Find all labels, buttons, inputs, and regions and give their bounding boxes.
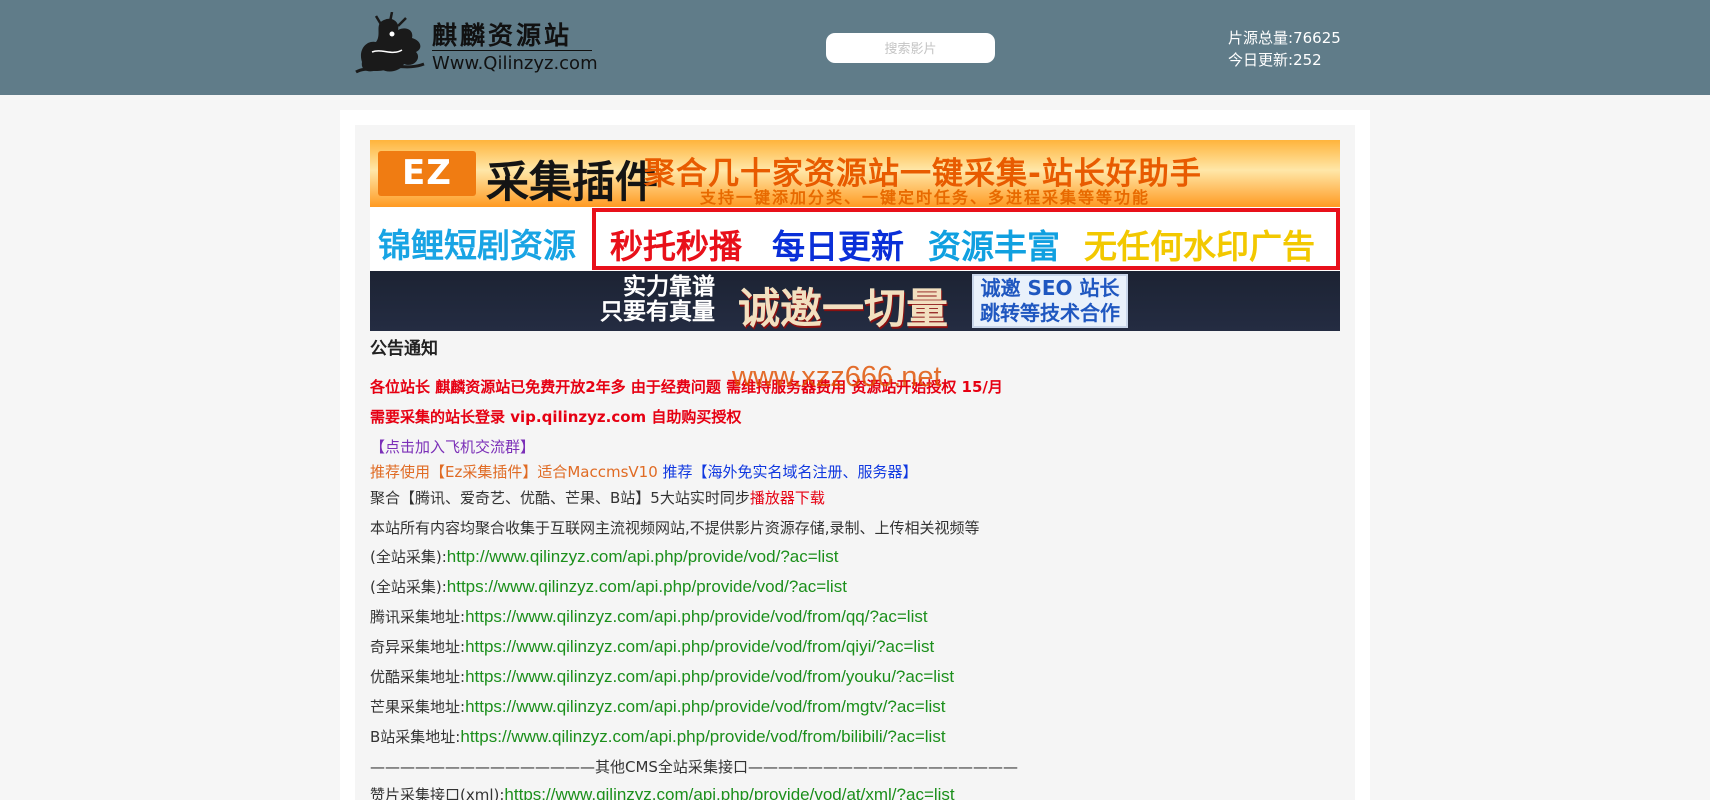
recommend-line: 推荐使用【Ez采集插件】适合MaccmsV10 推荐【海外免实名域名注册、服务器… bbox=[370, 461, 918, 482]
api-label: 奇异采集地址: bbox=[370, 638, 466, 656]
jinli-drama-banner[interactable]: 锦鲤短剧资源 秒托秒播 每日更新 资源丰富 无任何水印广告 bbox=[370, 207, 1340, 271]
traffic-banner-line2: 只要有真量 bbox=[600, 299, 715, 325]
xml-api-row: 赞片采集接口(xml):https://www.qilinzyz.com/api… bbox=[370, 784, 955, 800]
api-row: 优酷采集地址:https://www.qilinzyz.com/api.php/… bbox=[370, 666, 954, 687]
telegram-group-link[interactable]: 【点击加入飞机交流群】 bbox=[370, 436, 535, 457]
logo-title: 麒麟资源站 bbox=[432, 21, 573, 50]
api-row: 奇异采集地址:https://www.qilinzyz.com/api.php/… bbox=[370, 636, 934, 657]
dragon-icon bbox=[355, 12, 425, 74]
watermark-text: www.xzz666.net bbox=[732, 361, 942, 393]
other-cms-divider: ———————————————其他CMS全站采集接口——————————————… bbox=[370, 758, 1018, 776]
traffic-banner-left: 实力靠谱 只要有真量 bbox=[600, 275, 715, 325]
api-row: (全站采集):https://www.qilinzyz.com/api.php/… bbox=[370, 576, 847, 597]
total-label: 片源总量: bbox=[1228, 29, 1294, 47]
traffic-partner-banner[interactable]: 实力靠谱 只要有真量 诚邀一切量 诚邀 SEO 站长 跳转等技术合作 bbox=[370, 271, 1340, 331]
today-value: 252 bbox=[1293, 51, 1322, 69]
traffic-banner-line1: 实力靠谱 bbox=[623, 274, 715, 300]
jinli-banner-features: 秒托秒播 每日更新 资源丰富 无任何水印广告 bbox=[592, 208, 1340, 270]
ez-plugin-banner[interactable]: EZ 采集插件 聚合几十家资源站一键采集-站长好助手 支持一键添加分类、一键定时… bbox=[370, 140, 1340, 207]
seo-cooperation-box: 诚邀 SEO 站长 跳转等技术合作 bbox=[972, 274, 1128, 328]
xml-api-url-link[interactable]: https://www.qilinzyz.com/api.php/provide… bbox=[504, 785, 954, 800]
api-url-link[interactable]: https://www.qilinzyz.com/api.php/provide… bbox=[447, 577, 847, 596]
domain-server-link[interactable]: 推荐【海外免实名域名注册、服务器】 bbox=[663, 463, 918, 481]
site-logo[interactable]: 麒麟资源站 Www.Qilinzyz.com bbox=[352, 12, 602, 78]
api-row: 芒果采集地址:https://www.qilinzyz.com/api.php/… bbox=[370, 696, 946, 717]
jinli-feature-3: 资源丰富 bbox=[928, 227, 1060, 266]
jinli-feature-1: 秒托秒播 bbox=[610, 227, 742, 266]
ez-logo: EZ bbox=[378, 151, 476, 196]
api-url-link[interactable]: http://www.qilinzyz.com/api.php/provide/… bbox=[447, 547, 839, 566]
traffic-banner-main: 诚邀一切量 bbox=[738, 284, 949, 331]
api-url-link[interactable]: https://www.qilinzyz.com/api.php/provide… bbox=[465, 667, 954, 686]
notice-line-2: 需要采集的站长登录 vip.qilinzyz.com 自助购买授权 bbox=[370, 408, 742, 426]
ez-banner-subtitle: 支持一键添加分类、一键定时任务、多进程采集等等功能 bbox=[700, 188, 1151, 207]
api-row: 腾讯采集地址:https://www.qilinzyz.com/api.php/… bbox=[370, 606, 928, 627]
stats-panel: 片源总量:76625 今日更新:252 bbox=[1228, 27, 1341, 71]
api-label: (全站采集): bbox=[370, 578, 447, 596]
today-label: 今日更新: bbox=[1228, 51, 1294, 69]
sync-line: 聚合【腾讯、爱奇艺、优酷、芒果、B站】5大站实时同步播放器下载 bbox=[370, 487, 825, 508]
site-header: 麒麟资源站 Www.Qilinzyz.com 片源总量:76625 今日更新:2… bbox=[0, 0, 1710, 95]
notice-title: 公告通知 bbox=[370, 339, 438, 359]
disclaimer-text: 本站所有内容均聚合收集于互联网主流视频网站,不提供影片资源存储,录制、上传相关视… bbox=[370, 519, 980, 537]
total-stat: 片源总量:76625 bbox=[1228, 27, 1341, 49]
seo-box-line1: 诚邀 SEO 站长 bbox=[980, 276, 1120, 300]
xml-api-label: 赞片采集接口(xml): bbox=[370, 786, 505, 800]
today-stat: 今日更新:252 bbox=[1228, 49, 1341, 71]
jinli-feature-4: 无任何水印广告 bbox=[1084, 227, 1315, 266]
seo-box-line2: 跳转等技术合作 bbox=[980, 301, 1120, 325]
sync-text: 聚合【腾讯、爱奇艺、优酷、芒果、B站】5大站实时同步 bbox=[370, 489, 750, 507]
total-value: 76625 bbox=[1293, 29, 1341, 47]
api-row: (全站采集):http://www.qilinzyz.com/api.php/p… bbox=[370, 546, 838, 567]
ez-plugin-link[interactable]: 推荐使用【Ez采集插件】适合MaccmsV10 bbox=[370, 463, 658, 481]
api-label: 腾讯采集地址: bbox=[370, 608, 466, 626]
jinli-banner-name: 锦鲤短剧资源 bbox=[378, 226, 576, 265]
api-label: 芒果采集地址: bbox=[370, 698, 466, 716]
api-url-link[interactable]: https://www.qilinzyz.com/api.php/provide… bbox=[465, 697, 945, 716]
api-url-link[interactable]: https://www.qilinzyz.com/api.php/provide… bbox=[460, 727, 945, 746]
ez-banner-title: 采集插件 bbox=[486, 158, 658, 207]
logo-url: Www.Qilinzyz.com bbox=[432, 53, 598, 74]
api-label: 优酷采集地址: bbox=[370, 668, 466, 686]
api-label: B站采集地址: bbox=[370, 728, 461, 746]
api-row: B站采集地址:https://www.qilinzyz.com/api.php/… bbox=[370, 726, 946, 747]
logo-divider bbox=[432, 50, 592, 51]
api-url-link[interactable]: https://www.qilinzyz.com/api.php/provide… bbox=[465, 607, 928, 626]
player-download-link[interactable]: 播放器下载 bbox=[750, 489, 825, 507]
api-url-link[interactable]: https://www.qilinzyz.com/api.php/provide… bbox=[465, 637, 934, 656]
jinli-feature-2: 每日更新 bbox=[772, 227, 904, 266]
api-label: (全站采集): bbox=[370, 548, 447, 566]
search-input[interactable] bbox=[826, 33, 995, 63]
